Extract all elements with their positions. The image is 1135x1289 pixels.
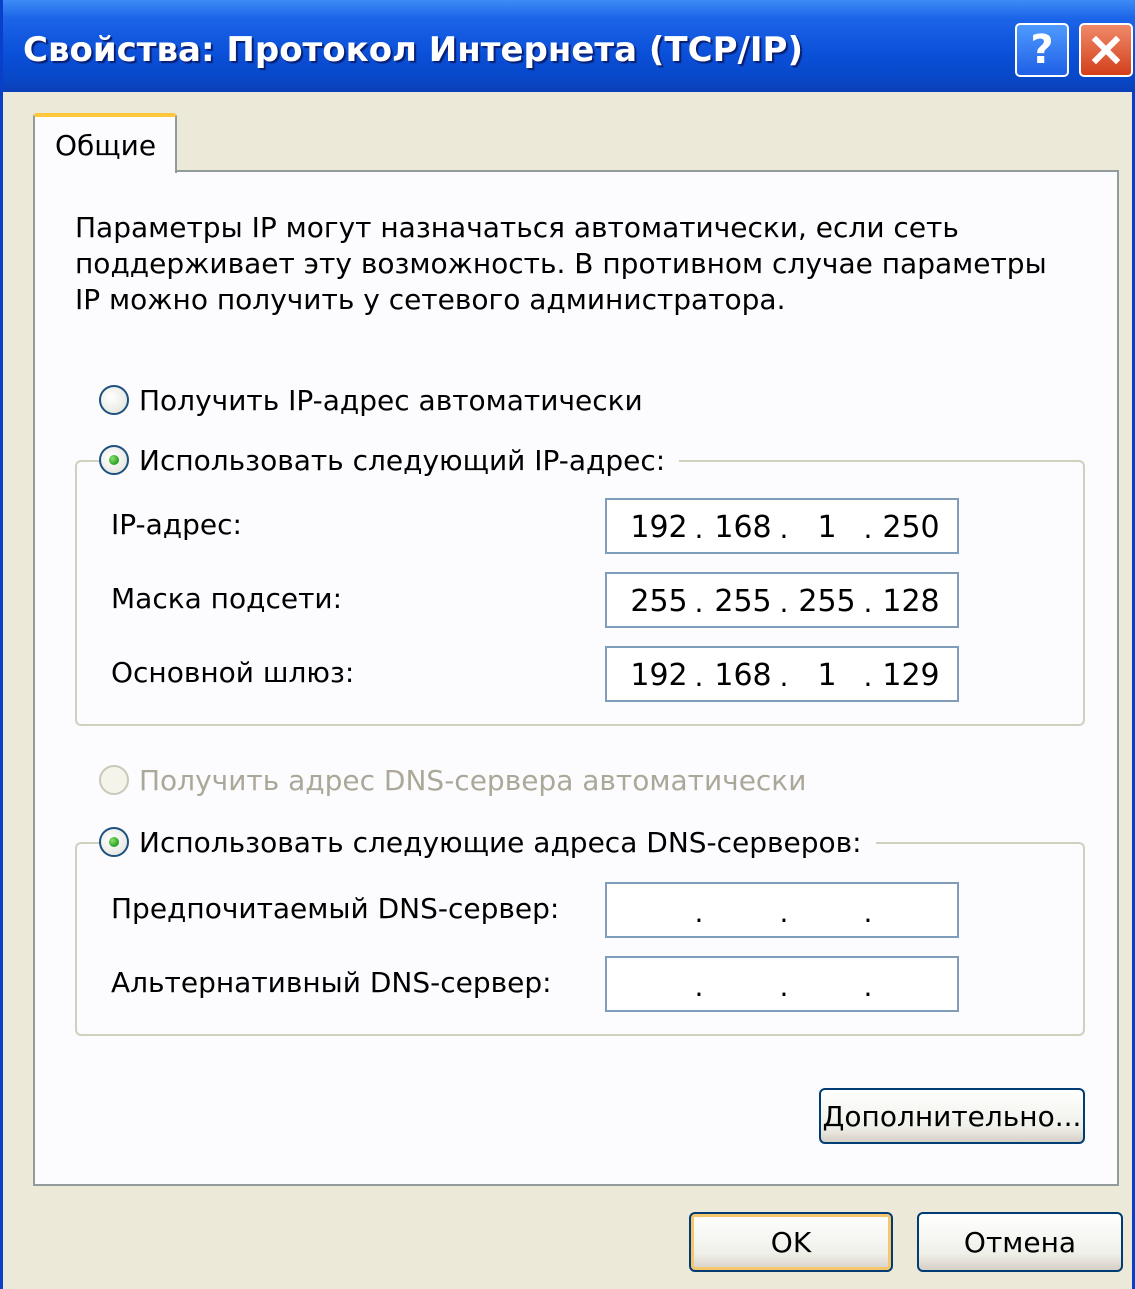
close-button[interactable] bbox=[1079, 23, 1133, 77]
close-icon bbox=[1091, 35, 1121, 65]
ok-button[interactable]: OK bbox=[689, 1212, 893, 1272]
radio-dns-auto-label: Получить адрес DNS-сервера автоматически bbox=[139, 763, 807, 797]
gateway-octet-1[interactable]: 192 bbox=[629, 658, 689, 693]
radio-dns-manual[interactable]: Использовать следующие адреса DNS-сервер… bbox=[99, 822, 876, 862]
subnet-mask-label: Маска подсети: bbox=[111, 582, 343, 615]
gateway-octet-2[interactable]: 168 bbox=[713, 658, 773, 693]
description-text: Параметры IP могут назначаться автоматич… bbox=[75, 211, 1047, 316]
radio-dns-auto-circle bbox=[99, 765, 129, 795]
radio-dns-auto: Получить адрес DNS-сервера автоматически bbox=[99, 760, 821, 800]
gateway-octet-4[interactable]: 129 bbox=[881, 658, 941, 693]
radio-ip-auto[interactable]: Получить IP-адрес автоматически bbox=[99, 380, 657, 420]
radio-dns-manual-circle[interactable] bbox=[99, 827, 129, 857]
preferred-dns-field[interactable]: . . . bbox=[605, 882, 959, 938]
window-title: Свойства: Протокол Интернета (TCP/IP) bbox=[23, 30, 804, 70]
subnet-mask-octet-1[interactable]: 255 bbox=[629, 584, 689, 619]
help-button[interactable]: ? bbox=[1015, 23, 1069, 77]
tab-general[interactable]: Общие bbox=[33, 113, 177, 173]
radio-ip-manual-label: Использовать следующий IP-адрес: bbox=[139, 443, 666, 477]
gateway-label: Основной шлюз: bbox=[111, 656, 355, 689]
radio-ip-auto-label: Получить IP-адрес автоматически bbox=[139, 383, 643, 417]
ip-address-octet-1[interactable]: 192 bbox=[629, 510, 689, 545]
alternate-dns-field[interactable]: . . . bbox=[605, 956, 959, 1012]
preferred-dns-label: Предпочитаемый DNS-сервер: bbox=[111, 892, 560, 925]
cancel-button[interactable]: Отмена bbox=[917, 1212, 1123, 1272]
subnet-mask-octet-3[interactable]: 255 bbox=[797, 584, 857, 619]
ip-address-field[interactable]: 192 . 168 . 1 . 250 bbox=[605, 498, 959, 554]
radio-dns-manual-label: Использовать следующие адреса DNS-сервер… bbox=[139, 825, 862, 859]
radio-ip-auto-circle[interactable] bbox=[99, 385, 129, 415]
help-icon: ? bbox=[1030, 27, 1054, 73]
radio-ip-manual-circle[interactable] bbox=[99, 445, 129, 475]
alternate-dns-label: Альтернативный DNS-сервер: bbox=[111, 966, 552, 999]
subnet-mask-field[interactable]: 255 . 255 . 255 . 128 bbox=[605, 572, 959, 628]
ip-address-octet-3[interactable]: 1 bbox=[797, 510, 857, 545]
ip-address-octet-2[interactable]: 168 bbox=[713, 510, 773, 545]
subnet-mask-octet-4[interactable]: 128 bbox=[881, 584, 941, 619]
ip-address-octet-4[interactable]: 250 bbox=[881, 510, 941, 545]
title-bar[interactable]: Свойства: Протокол Интернета (TCP/IP) ? bbox=[3, 0, 1135, 92]
dialog-window: Свойства: Протокол Интернета (TCP/IP) ? … bbox=[0, 0, 1135, 1289]
radio-ip-manual[interactable]: Использовать следующий IP-адрес: bbox=[99, 440, 680, 480]
ip-address-label: IP-адрес: bbox=[111, 508, 242, 541]
tab-general-label: Общие bbox=[55, 129, 157, 162]
subnet-mask-octet-2[interactable]: 255 bbox=[713, 584, 773, 619]
gateway-octet-3[interactable]: 1 bbox=[797, 658, 857, 693]
gateway-field[interactable]: 192 . 168 . 1 . 129 bbox=[605, 646, 959, 702]
advanced-button[interactable]: Дополнительно... bbox=[819, 1088, 1085, 1144]
